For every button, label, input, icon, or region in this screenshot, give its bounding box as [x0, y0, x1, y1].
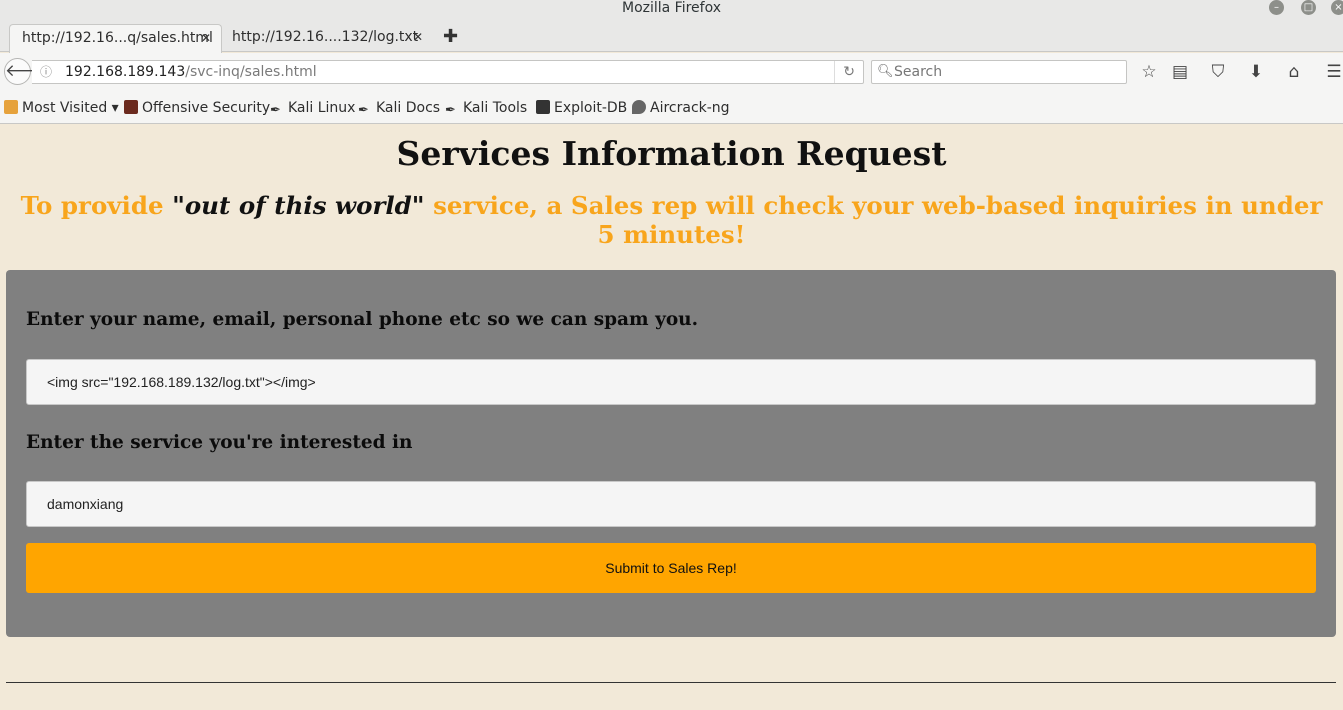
folder-icon	[4, 100, 18, 114]
contact-label: Enter your name, email, personal phone e…	[26, 309, 699, 330]
new-tab-plus-icon[interactable]: ✚	[443, 27, 459, 47]
bookmark-label: Kali Linux	[288, 100, 356, 116]
window-titlebar: Mozilla Firefox – □ ×	[0, 0, 1343, 22]
bookmark-label: Kali Tools	[463, 100, 528, 116]
tab-strip: http://192.16...q/sales.html ✕ http://19…	[0, 22, 1343, 53]
back-arrow-icon[interactable]: 🡐	[4, 58, 51, 85]
bookmark-star-icon[interactable]: ☆	[1138, 61, 1160, 83]
tab-label: http://192.16....132/log.txt	[232, 29, 419, 45]
navigation-bar: 🡐 ⓘ 192.168.189.143/svc-inq/sales.html ↻…	[0, 53, 1343, 90]
bookmark-offensive-security[interactable]: Offensive Security	[124, 99, 270, 117]
service-input[interactable]	[26, 481, 1316, 527]
url-bar[interactable]: ⓘ 192.168.189.143/svc-inq/sales.html ↻	[32, 60, 864, 84]
minimize-icon[interactable]: –	[1269, 0, 1284, 15]
offsec-icon	[124, 100, 138, 114]
subtitle-emphasis: "out of this world"	[172, 191, 424, 220]
quote-open: "	[172, 191, 185, 220]
bookmark-kali-docs[interactable]: ✒ Kali Docs	[358, 99, 441, 118]
close-window-icon[interactable]: ×	[1331, 0, 1343, 15]
submit-button[interactable]: Submit to Sales Rep!	[26, 543, 1316, 593]
subtitle-post: service, a Sales rep will check your web…	[424, 191, 1323, 249]
subtitle-emph-text: out of this world	[184, 191, 412, 220]
bookmark-label: Aircrack-ng	[650, 100, 730, 116]
tab-sales[interactable]: http://192.16...q/sales.html ✕	[9, 24, 222, 53]
info-icon[interactable]: ⓘ	[40, 61, 52, 83]
page-subtitle: To provide "out of this world" service, …	[20, 191, 1323, 249]
subtitle-pre: To provide	[20, 191, 173, 220]
download-arrow-icon[interactable]: ⬇	[1245, 61, 1267, 83]
search-box[interactable]: 🔍︎	[871, 60, 1127, 84]
url-text[interactable]: 192.168.189.143/svc-inq/sales.html	[65, 61, 317, 83]
kali-dragon-icon: ✒	[358, 103, 369, 118]
window-title: Mozilla Firefox	[621, 0, 722, 16]
tab-label: http://192.16...q/sales.html	[22, 30, 213, 46]
bookmark-label: Offensive Security	[142, 100, 271, 116]
bookmark-label: Most Visited ▾	[22, 100, 119, 116]
home-icon[interactable]: ⌂	[1283, 61, 1305, 83]
bookmark-aircrack-ng[interactable]: Aircrack-ng	[632, 99, 730, 117]
contact-input[interactable]	[26, 359, 1316, 405]
search-input[interactable]	[894, 62, 1119, 82]
reload-icon[interactable]: ↻	[834, 61, 855, 83]
bookmark-label: Exploit-DB	[554, 100, 628, 116]
close-tab-icon[interactable]: ✕	[201, 25, 211, 52]
bookmark-kali-tools[interactable]: ✒ Kali Tools	[445, 99, 528, 118]
maximize-icon[interactable]: □	[1301, 0, 1316, 15]
hamburger-menu-icon[interactable]: ☰	[1323, 61, 1343, 83]
search-icon: 🔍︎	[877, 64, 894, 79]
bookmark-most-visited[interactable]: Most Visited ▾	[4, 99, 119, 117]
kali-dragon-icon: ✒	[270, 103, 281, 118]
exploit-db-icon	[536, 100, 550, 114]
tab-log[interactable]: http://192.16....132/log.txt ✕	[220, 24, 433, 53]
url-path: /svc-inq/sales.html	[185, 64, 317, 80]
inquiry-form: Enter your name, email, personal phone e…	[6, 270, 1336, 637]
aircrack-icon	[632, 100, 646, 114]
url-host: 192.168.189.143	[65, 64, 186, 80]
kali-dragon-icon: ✒	[445, 103, 456, 118]
bookmarks-toolbar: Most Visited ▾ Offensive Security ✒ Kali …	[0, 90, 1343, 124]
page-title: Services Information Request	[396, 134, 947, 173]
quote-close: "	[411, 191, 425, 220]
pocket-icon[interactable]: ⛉	[1207, 61, 1229, 83]
reading-list-icon[interactable]: ▤	[1169, 61, 1191, 83]
bookmark-label: Kali Docs	[376, 100, 441, 116]
close-tab-icon[interactable]: ✕	[413, 24, 423, 51]
bookmark-kali-linux[interactable]: ✒ Kali Linux	[270, 99, 356, 118]
service-label: Enter the service you're interested in	[26, 432, 413, 453]
page-content: Services Information Request To provide …	[0, 125, 1343, 710]
bookmark-exploit-db[interactable]: Exploit-DB	[536, 99, 627, 117]
divider-line	[6, 682, 1336, 683]
